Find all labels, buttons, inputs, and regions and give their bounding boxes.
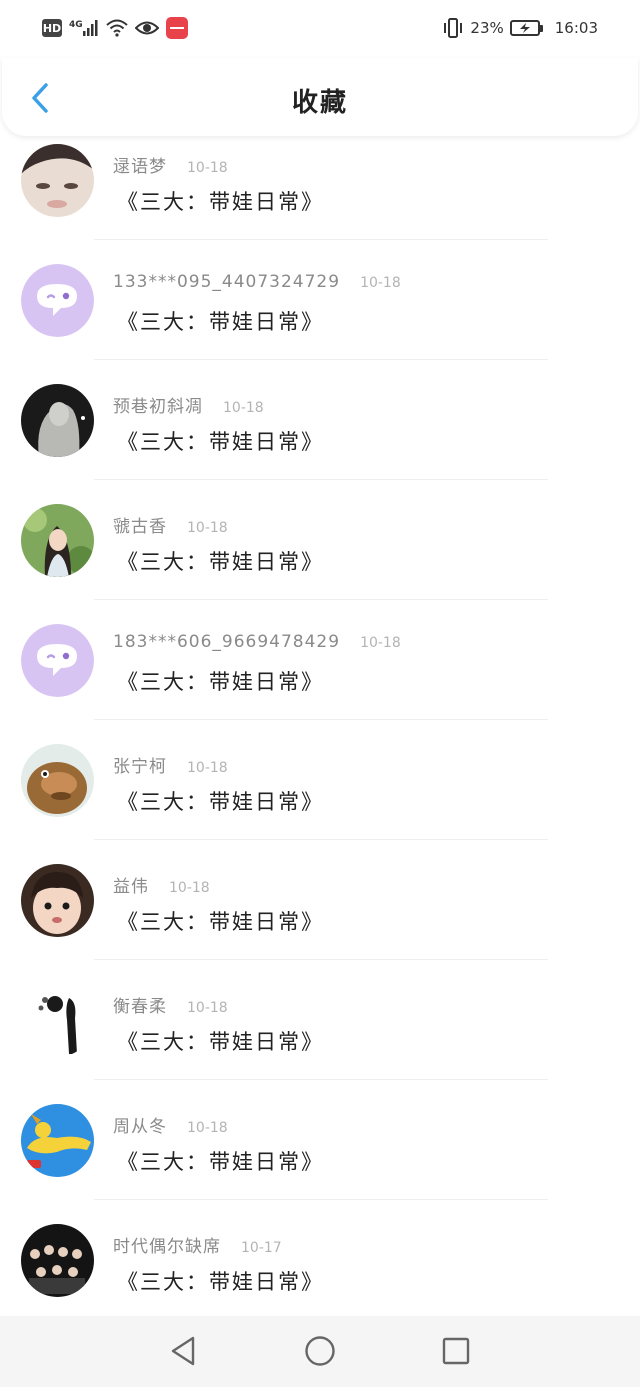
post-date: 10-18 (187, 520, 228, 536)
avatar[interactable] (21, 744, 94, 817)
avatar[interactable] (21, 504, 94, 577)
list-item[interactable]: 益伟 10-18 《三大：带娃日常》 (0, 856, 640, 976)
divider (94, 959, 548, 960)
nav-recents-button[interactable] (436, 1331, 476, 1371)
post-date: 10-18 (360, 275, 401, 291)
item-meta: 衡春柔 10-18 (113, 992, 228, 1017)
divider (94, 839, 548, 840)
user-name: 周从冬 (113, 1117, 167, 1137)
hd-icon: HD (42, 19, 62, 37)
post-title: 《三大：带娃日常》 (117, 190, 324, 214)
list-item[interactable]: 周从冬 10-18 《三大：带娃日常》 (0, 1096, 640, 1216)
page-title: 收藏 (291, 88, 348, 118)
item-meta: 预巷初斜凋 10-18 (113, 392, 264, 417)
list-item[interactable]: 虢古香 10-18 《三大：带娃日常》 (0, 496, 640, 616)
item-meta: 时代偶尔缺席 10-17 (113, 1232, 282, 1257)
post-date: 10-18 (187, 760, 228, 776)
avatar[interactable] (21, 1104, 94, 1177)
item-meta: 周从冬 10-18 (113, 1112, 228, 1137)
avatar[interactable] (21, 984, 94, 1057)
default-chat-icon (21, 624, 94, 697)
divider (94, 599, 548, 600)
post-date: 10-18 (360, 635, 401, 651)
avatar[interactable] (21, 144, 94, 217)
post-title: 《三大：带娃日常》 (117, 670, 324, 694)
list-item[interactable]: 衡春柔 10-18 《三大：带娃日常》 (0, 976, 640, 1096)
post-date: 10-18 (187, 160, 228, 176)
item-meta: 益伟 10-18 (113, 872, 210, 897)
post-date: 10-18 (223, 400, 264, 416)
post-date: 10-18 (169, 880, 210, 896)
item-meta: 133***095_4407324729 10-18 (113, 272, 401, 292)
favorites-page: HD 4G 23% 16:03 收藏 逯语梦 10-18 《三大：带娃日常》 1… (0, 0, 640, 1387)
battery-icon (509, 20, 543, 36)
post-title: 《三大：带娃日常》 (117, 910, 324, 934)
vibrate-icon (444, 18, 463, 38)
eye-icon (134, 21, 159, 35)
header: 收藏 (2, 58, 638, 136)
list-item[interactable]: 183***606_9669478429 10-18 《三大：带娃日常》 (0, 616, 640, 736)
nav-home-button[interactable] (300, 1331, 340, 1371)
user-name: 虢古香 (113, 517, 167, 537)
divider (94, 719, 548, 720)
post-title: 《三大：带娃日常》 (117, 310, 324, 334)
item-meta: 张宁柯 10-18 (113, 752, 228, 777)
divider (94, 479, 548, 480)
avatar[interactable] (21, 864, 94, 937)
post-title: 《三大：带娃日常》 (117, 1030, 324, 1054)
avatar[interactable] (21, 1224, 94, 1297)
user-name: 133***095_4407324729 (113, 272, 341, 292)
nav-back-button[interactable] (163, 1331, 203, 1371)
user-name: 衡春柔 (113, 997, 167, 1017)
wifi-icon (105, 19, 128, 37)
divider (94, 1199, 548, 1200)
item-meta: 逯语梦 10-18 (113, 152, 228, 177)
favorites-list: 逯语梦 10-18 《三大：带娃日常》 133***095_4407324729… (0, 136, 640, 1316)
list-item[interactable]: 预巷初斜凋 10-18 《三大：带娃日常》 (0, 376, 640, 496)
post-title: 《三大：带娃日常》 (117, 1150, 324, 1174)
post-title: 《三大：带娃日常》 (117, 430, 324, 454)
home-circle-icon (305, 1336, 335, 1366)
list-item[interactable]: 时代偶尔缺席 10-17 《三大：带娃日常》 (0, 1216, 640, 1316)
status-right: 23% 16:03 (442, 18, 598, 38)
system-nav-bar (0, 1316, 640, 1387)
signal-icon: 4G (69, 20, 99, 36)
user-name: 时代偶尔缺席 (113, 1237, 221, 1257)
battery-percent: 23% (470, 19, 504, 37)
post-title: 《三大：带娃日常》 (117, 550, 324, 574)
clock: 16:03 (554, 19, 598, 37)
item-meta: 虢古香 10-18 (113, 512, 228, 537)
user-name: 183***606_9669478429 (113, 632, 341, 652)
app-notification-icon (165, 17, 188, 39)
list-item[interactable]: 逯语梦 10-18 《三大：带娃日常》 (0, 136, 640, 256)
user-name: 预巷初斜凋 (113, 397, 203, 417)
divider (94, 239, 548, 240)
post-date: 10-18 (187, 1000, 228, 1016)
status-left: HD 4G (42, 17, 188, 39)
avatar[interactable] (21, 264, 94, 337)
avatar[interactable] (21, 624, 94, 697)
avatar[interactable] (21, 384, 94, 457)
recents-square-icon (442, 1337, 470, 1365)
list-item[interactable]: 133***095_4407324729 10-18 《三大：带娃日常》 (0, 256, 640, 376)
list-item[interactable]: 张宁柯 10-18 《三大：带娃日常》 (0, 736, 640, 856)
post-title: 《三大：带娃日常》 (117, 1270, 324, 1294)
post-title: 《三大：带娃日常》 (117, 790, 324, 814)
post-date: 10-18 (187, 1120, 228, 1136)
default-chat-icon (21, 264, 94, 337)
item-meta: 183***606_9669478429 10-18 (113, 632, 401, 652)
network-type: 4G (69, 20, 83, 30)
post-date: 10-17 (241, 1240, 282, 1256)
divider (94, 1079, 548, 1080)
user-name: 张宁柯 (113, 757, 167, 777)
user-name: 逯语梦 (113, 157, 167, 177)
divider (94, 359, 548, 360)
user-name: 益伟 (113, 877, 149, 897)
status-bar: HD 4G 23% 16:03 (0, 0, 640, 56)
back-triangle-icon (171, 1336, 195, 1366)
